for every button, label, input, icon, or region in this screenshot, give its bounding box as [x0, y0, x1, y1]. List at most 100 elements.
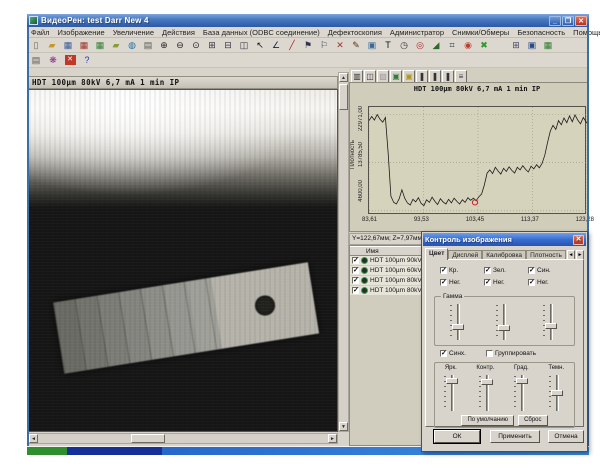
gradation-slider[interactable]: [513, 374, 531, 412]
contrast-slider[interactable]: [478, 374, 496, 412]
histogram-button[interactable]: ◢: [428, 38, 444, 52]
cancel-button[interactable]: Отмена: [548, 430, 584, 443]
monitor-settings-button[interactable]: ▣: [524, 38, 540, 52]
y-tick-middle: 13785,50: [358, 142, 364, 167]
brightness-slider[interactable]: [443, 374, 461, 412]
image-info-button[interactable]: ▣: [364, 38, 380, 52]
open-folder-button[interactable]: ▰: [44, 38, 60, 52]
slider-thumb[interactable]: [551, 390, 563, 396]
gamma-red-slider[interactable]: [449, 303, 467, 341]
scroll-down-icon[interactable]: ▼: [339, 422, 348, 431]
list-item-checkbox[interactable]: [352, 287, 359, 294]
flag-outline-button[interactable]: ⚐: [316, 38, 332, 52]
gamma-blue-slider[interactable]: [542, 303, 560, 341]
grid-view-button[interactable]: ⊞: [508, 38, 524, 52]
list-item-checkbox[interactable]: [352, 277, 359, 284]
tile-windows-button[interactable]: ⊞: [204, 38, 220, 52]
report-print-button[interactable]: ▤: [28, 53, 44, 67]
print-button[interactable]: ▤: [140, 38, 156, 52]
disabled-button-1[interactable]: ▨: [492, 38, 508, 52]
slider-thumb[interactable]: [481, 379, 493, 385]
help-button[interactable]: ?: [79, 53, 95, 67]
export-folder-button[interactable]: ▰: [108, 38, 124, 52]
zoom-actual-button[interactable]: ⊙: [188, 38, 204, 52]
text-tool-button[interactable]: T: [380, 38, 396, 52]
reset-button[interactable]: Сброс: [518, 415, 547, 426]
menu-item[interactable]: Дефектоскопия: [324, 28, 386, 37]
ok-button[interactable]: ОК: [434, 430, 480, 443]
scroll-up-icon[interactable]: ▲: [339, 73, 348, 82]
channel-checkbox[interactable]: Зел.: [484, 267, 514, 274]
pencil-tool-button[interactable]: ✎: [348, 38, 364, 52]
channel-checkbox[interactable]: Син.: [528, 267, 558, 274]
minimize-button[interactable]: _: [549, 16, 561, 26]
slider-thumb[interactable]: [446, 378, 458, 384]
slider-thumb[interactable]: [516, 378, 528, 384]
image-control-dialog: Контроль изображения ✕ ЦветДисплейКалибр…: [421, 231, 588, 452]
slider-thumb[interactable]: [498, 325, 510, 331]
darkness-slider[interactable]: [548, 374, 566, 412]
menu-item[interactable]: Снимки/Обмеры: [448, 28, 513, 37]
menu-item[interactable]: Увеличение: [109, 28, 158, 37]
title-bar[interactable]: ВидеоРен: test Darr New 4 _ ❐ ✕: [27, 14, 589, 27]
menu-item[interactable]: Помощь: [569, 28, 600, 37]
negative-checkbox[interactable]: Нег.: [528, 279, 558, 286]
save-file-button[interactable]: ▦: [60, 38, 76, 52]
group-checkbox[interactable]: Группировать: [486, 350, 536, 357]
image-horizontal-scrollbar[interactable]: ◄ ►: [28, 433, 338, 444]
negative-checkbox[interactable]: Нег.: [484, 279, 514, 286]
globe-view-button[interactable]: ◍: [124, 38, 140, 52]
save-image-red-button[interactable]: ▦: [76, 38, 92, 52]
series-color-icon: [361, 287, 368, 294]
scroll-right-icon[interactable]: ►: [328, 434, 337, 443]
delete-image-button[interactable]: ✕: [62, 53, 78, 67]
zoom-in-button[interactable]: ⊕: [156, 38, 172, 52]
menu-item[interactable]: Безопасность: [513, 28, 569, 37]
color-tab-page: Кр. Зел. Син. Нег.: [425, 259, 584, 427]
new-document-button[interactable]: ▯: [28, 38, 44, 52]
channel-checkbox[interactable]: Кр.: [440, 267, 470, 274]
close-button[interactable]: ✕: [575, 16, 587, 26]
dialog-close-icon[interactable]: ✕: [573, 235, 584, 245]
ruler-line-button[interactable]: ╱: [284, 38, 300, 52]
negative-checkbox[interactable]: Нег.: [440, 279, 470, 286]
list-item-checkbox[interactable]: [352, 257, 359, 264]
delete-region-button[interactable]: ✕: [332, 38, 348, 52]
menu-item[interactable]: Файл: [27, 28, 53, 37]
menu-item[interactable]: Действия: [158, 28, 199, 37]
angle-tool-button[interactable]: ∠: [268, 38, 284, 52]
clock-tool-button[interactable]: ◷: [396, 38, 412, 52]
acquisition-tool-button[interactable]: ❋: [45, 53, 61, 67]
apply-button[interactable]: Применить: [490, 430, 540, 443]
calculator-button[interactable]: ▦: [540, 38, 556, 52]
flag-marker-button[interactable]: ⚑: [300, 38, 316, 52]
image-vertical-scrollbar[interactable]: ▲ ▼: [338, 72, 349, 432]
sync-checkbox[interactable]: Синх.: [440, 350, 466, 357]
scroll-left-icon[interactable]: ◄: [29, 434, 38, 443]
slider-thumb[interactable]: [545, 323, 557, 329]
vertical-scroll-thumb[interactable]: [339, 84, 348, 110]
rgb-wheel-button[interactable]: ◉: [460, 38, 476, 52]
slider-thumb[interactable]: [452, 324, 464, 330]
zoom-out-button[interactable]: ⊖: [172, 38, 188, 52]
plot-area[interactable]: [368, 106, 586, 214]
pointer-select-button[interactable]: ↖: [252, 38, 268, 52]
gamma-green-slider[interactable]: [495, 303, 513, 341]
split-horizontal-button[interactable]: ⊟: [220, 38, 236, 52]
slider-ticks: [450, 305, 452, 339]
horizontal-scroll-thumb[interactable]: [131, 434, 165, 443]
color-reset-button[interactable]: ✖: [476, 38, 492, 52]
menu-item[interactable]: База данных (ODBC соединение): [199, 28, 324, 37]
dialog-tab[interactable]: Цвет: [425, 248, 448, 260]
default-button[interactable]: По умолчанию: [461, 415, 514, 426]
dialog-title-bar[interactable]: Контроль изображения ✕: [423, 233, 586, 246]
list-item-checkbox[interactable]: [352, 267, 359, 274]
split-vertical-button[interactable]: ◫: [236, 38, 252, 52]
menu-item[interactable]: Администратор: [386, 28, 448, 37]
xray-image[interactable]: [28, 89, 338, 432]
maximize-button[interactable]: ❐: [562, 16, 574, 26]
keyboard-button[interactable]: ⌗: [444, 38, 460, 52]
target-tool-button[interactable]: ◎: [412, 38, 428, 52]
menu-item[interactable]: Изображение: [53, 28, 108, 37]
save-image-green-button[interactable]: ▦: [92, 38, 108, 52]
